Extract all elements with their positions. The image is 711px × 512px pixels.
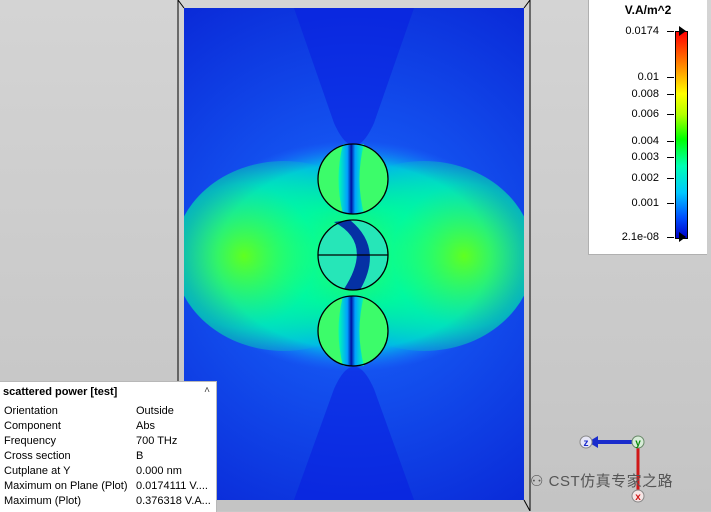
- legend-tick-mark: [667, 157, 674, 158]
- legend-tick-label: 0.01: [637, 71, 659, 83]
- info-row: Frequency 700 THz: [4, 435, 214, 450]
- x-axis-label: x: [635, 492, 641, 503]
- info-value: B: [136, 450, 144, 462]
- field-plot[interactable]: [184, 8, 524, 500]
- legend-tick-mark: [667, 203, 674, 204]
- info-key: Cross section: [4, 450, 71, 462]
- 3d-viewport[interactable]: V.A/m^2 0.0174 0.01 0.008 0.006 0.004 0.…: [0, 0, 711, 512]
- legend-tick-mark: [667, 141, 674, 142]
- legend-tick-mark: [667, 178, 674, 179]
- info-key: Cutplane at Y: [4, 465, 71, 477]
- info-row: Orientation Outside: [4, 405, 214, 420]
- info-key: Orientation: [4, 405, 58, 417]
- info-row: Cutplane at Y 0.000 nm: [4, 465, 214, 480]
- watermark: ⚇ CST仿真专家之路: [530, 470, 673, 491]
- info-key: Maximum on Plane (Plot): [4, 480, 128, 492]
- info-title: scattered power [test]: [3, 386, 118, 398]
- sphere-top: [317, 143, 389, 215]
- legend-tick-mark: [667, 237, 674, 238]
- info-row: Component Abs: [4, 420, 214, 435]
- legend-tick-label: 0.001: [631, 197, 659, 209]
- info-key: Maximum (Plot): [4, 495, 82, 507]
- legend-pointers: [679, 26, 686, 242]
- info-row: Maximum (Plot) 0.376318 V.A...: [4, 495, 214, 510]
- collapse-chevron-icon[interactable]: ˄: [204, 385, 210, 396]
- info-row: Cross section B: [4, 450, 214, 465]
- legend-tick-mark: [667, 77, 674, 78]
- info-value: Outside: [136, 405, 174, 417]
- legend-tick-label: 2.1e-08: [621, 231, 659, 243]
- y-axis-label: y: [635, 438, 641, 449]
- sphere-bottom: [317, 295, 389, 367]
- info-value: 0.000 nm: [136, 465, 182, 477]
- legend-tick-label: 0.0174: [625, 25, 659, 37]
- legend-tick-label: 0.003: [631, 151, 659, 163]
- sphere-middle: [317, 219, 389, 291]
- legend-max-pointer: [679, 26, 686, 36]
- info-value: 700 THz: [136, 435, 178, 447]
- info-key: Component: [4, 420, 61, 432]
- legend-tick-label: 0.002: [631, 172, 659, 184]
- legend-tick-mark: [667, 31, 674, 32]
- info-value: 0.0174111 V....: [136, 480, 208, 492]
- legend-tick-label: 0.004: [631, 135, 659, 147]
- z-axis-label: z: [584, 438, 589, 449]
- legend-tick-label: 0.006: [631, 108, 659, 120]
- field-plot-svg: [184, 8, 524, 500]
- plot-info-panel: scattered power [test] ˄ Orientation Out…: [0, 381, 217, 512]
- watermark-text: CST仿真专家之路: [548, 473, 674, 490]
- wechat-icon: ⚇: [530, 473, 544, 490]
- info-key: Frequency: [4, 435, 56, 447]
- info-value: Abs: [136, 420, 155, 432]
- legend-tick-mark: [667, 94, 674, 95]
- legend-tick-mark: [667, 114, 674, 115]
- info-value: 0.376318 V.A...: [136, 495, 211, 507]
- axis-triad[interactable]: y z x: [570, 428, 650, 508]
- legend-tick-label: 0.008: [631, 88, 659, 100]
- legend-min-pointer: [679, 232, 686, 242]
- info-row: Maximum on Plane (Plot) 0.0174111 V....: [4, 480, 214, 495]
- color-legend: V.A/m^2 0.0174 0.01 0.008 0.006 0.004 0.…: [588, 0, 707, 255]
